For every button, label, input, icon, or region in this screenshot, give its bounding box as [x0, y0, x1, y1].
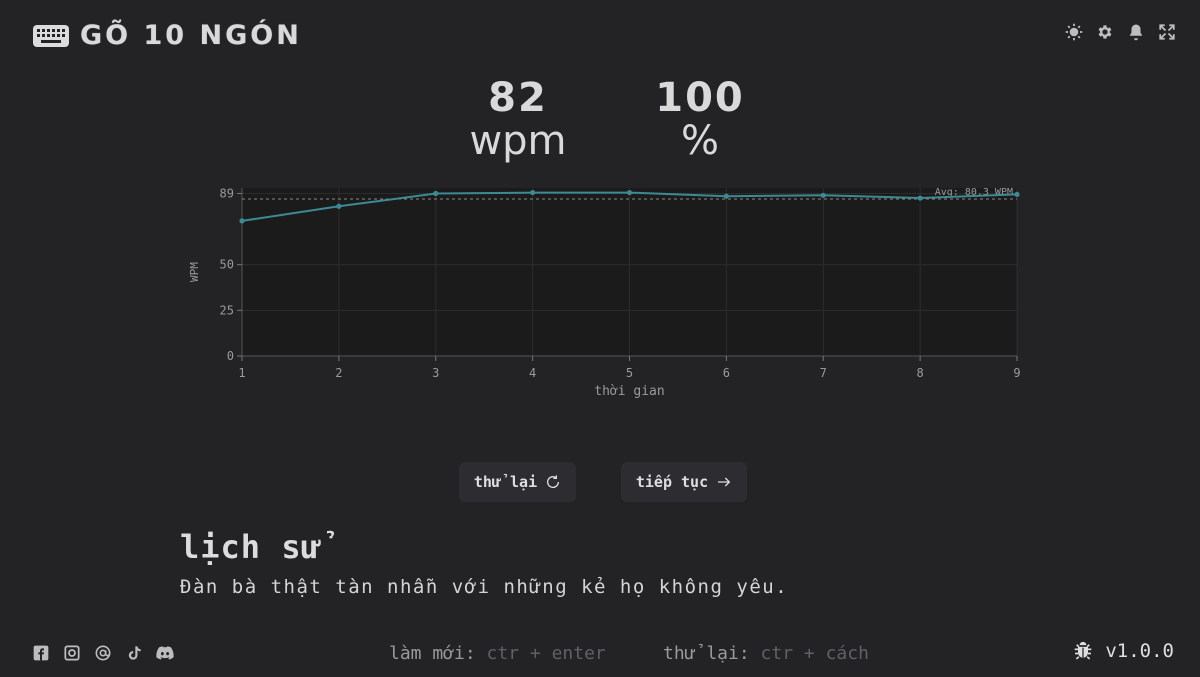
shortcut-refresh: làm mới: ctr + enter [389, 643, 606, 664]
retry-button[interactable]: thử lại [459, 462, 576, 502]
threads-icon[interactable] [94, 644, 112, 662]
continue-label: tiếp tục [635, 473, 709, 491]
accuracy-unit: % [680, 118, 719, 164]
wpm-data-point [626, 189, 633, 196]
social-links [32, 644, 174, 662]
discord-icon[interactable] [156, 644, 174, 662]
y-axis-label: WPM [188, 262, 201, 282]
version-info: v1.0.0 [1073, 640, 1174, 662]
wpm-data-point [1014, 191, 1020, 197]
tiktok-icon[interactable] [125, 644, 143, 662]
history-quote: Đàn bà thật tàn nhẫn với những kẻ họ khô… [180, 576, 789, 598]
shortcut-retry-label: thử lại: [663, 643, 750, 664]
y-tick-label: 89 [220, 186, 234, 200]
x-tick-label: 8 [917, 366, 924, 380]
app-title: GÕ 10 NGÓN [80, 20, 302, 51]
settings-icon[interactable] [1095, 22, 1114, 41]
brightness-icon[interactable] [1064, 22, 1083, 41]
facebook-icon[interactable] [32, 644, 50, 662]
fullscreen-icon[interactable] [1157, 22, 1176, 41]
wpm-unit: wpm [469, 118, 567, 164]
wpm-value: 82 [488, 75, 548, 121]
shortcut-retry-keys: ctr + cách [760, 643, 869, 664]
x-tick-label: 4 [529, 366, 536, 380]
wpm-data-point [530, 189, 536, 196]
shortcut-refresh-label: làm mới: [389, 643, 476, 664]
history-title: lịch sử [180, 528, 322, 566]
y-tick-label: 0 [227, 349, 234, 363]
x-tick-label: 2 [335, 366, 342, 380]
wpm-data-point [723, 193, 729, 199]
wpm-data-point [820, 192, 826, 198]
arrow-right-icon [718, 477, 731, 487]
y-tick-label: 25 [220, 303, 234, 317]
bug-icon[interactable] [1073, 641, 1093, 661]
bell-icon[interactable] [1126, 22, 1145, 41]
wpm-chart: 02550891 2 3 4 5 6 7 8 9Avg: 80.3 WPMthời gianWP… [188, 186, 1021, 399]
continue-button[interactable]: tiếp tục [621, 462, 747, 502]
x-axis-label: thời gian [594, 384, 664, 399]
x-tick-label: 7 [820, 366, 827, 380]
version-label: v1.0.0 [1105, 640, 1174, 662]
x-tick-label: 5 [626, 366, 633, 380]
refresh-icon [547, 475, 560, 488]
keyboard-icon [33, 24, 69, 47]
app-logo[interactable]: GÕ 10 NGÓN [32, 20, 302, 51]
wpm-data-point [433, 190, 439, 197]
instagram-icon[interactable] [63, 644, 81, 662]
accuracy-value: 100 [655, 75, 745, 121]
accuracy-stat: 100 % [640, 78, 760, 164]
wpm-data-point [917, 195, 923, 201]
y-tick-label: 50 [220, 258, 234, 272]
results-page: GÕ 10 NGÓN 82 wpm 100 % 0 25 50 89 1 2 3… [0, 0, 1200, 677]
wpm-data-point [336, 203, 342, 209]
x-tick-label: 3 [432, 366, 439, 380]
retry-label: thử lại [473, 473, 538, 491]
wpm-data-point [239, 218, 245, 224]
top-toolbar [1064, 22, 1176, 41]
shortcut-refresh-keys: ctr + enter [486, 643, 606, 664]
wpm-stat: 82 wpm [458, 78, 578, 164]
shortcut-retry: thử lại: ctr + cách [663, 643, 869, 664]
x-tick-label: 9 [1013, 366, 1020, 380]
x-tick-label: 6 [723, 366, 730, 380]
x-tick-label: 1 [238, 366, 245, 380]
